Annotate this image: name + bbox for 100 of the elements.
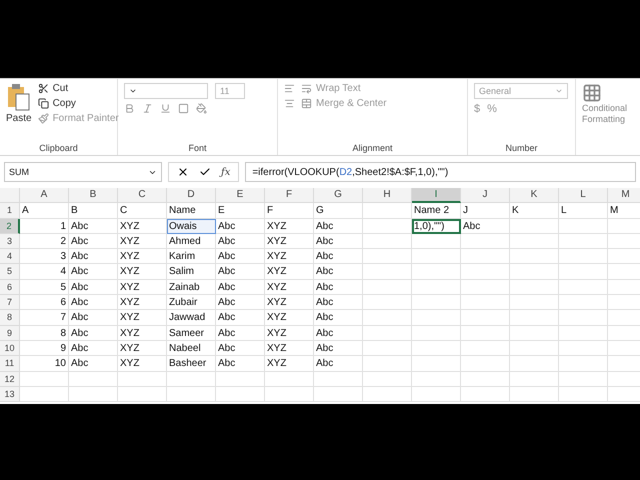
empty-cell — [412, 295, 461, 310]
table-cell: Zainab — [167, 280, 216, 296]
table-cell: Abc — [314, 295, 363, 310]
table-cell: Abc — [69, 340, 118, 356]
row-header[interactable]: 10 — [0, 340, 20, 356]
column-header[interactable]: K — [510, 188, 559, 204]
table-cell: XYZ — [265, 295, 314, 310]
table-cell: Abc — [69, 218, 118, 234]
row-header[interactable]: 11 — [0, 356, 20, 372]
empty-cell — [363, 356, 412, 372]
table-cell: Owais — [167, 218, 216, 234]
table-cell: G — [314, 203, 363, 219]
font-name-field[interactable] — [124, 83, 208, 99]
table-cell: M — [608, 203, 640, 219]
column-header[interactable]: I — [412, 188, 461, 204]
empty-cell — [510, 372, 559, 387]
row-header[interactable]: 2 — [0, 218, 20, 234]
column-header[interactable]: L — [559, 188, 608, 204]
table-cell: XYZ — [265, 310, 314, 326]
empty-cell — [510, 386, 559, 402]
empty-cell — [559, 326, 608, 341]
copy-icon — [38, 98, 49, 109]
table-cell: C — [118, 203, 167, 219]
empty-cell — [461, 295, 510, 310]
empty-cell — [412, 310, 461, 326]
column-header[interactable]: D — [167, 188, 216, 204]
column-header[interactable]: M — [608, 188, 640, 204]
empty-cell — [461, 264, 510, 280]
column-header[interactable]: C — [118, 188, 167, 204]
empty-cell — [461, 326, 510, 341]
empty-cell — [559, 386, 608, 402]
cancel-icon[interactable] — [177, 166, 189, 178]
empty-cell — [216, 386, 265, 402]
table-cell: J — [461, 203, 510, 219]
empty-cell — [510, 264, 559, 280]
group-label: Clipboard — [38, 142, 79, 155]
conditional-formatting-button[interactable]: Conditional Formatting — [582, 83, 634, 125]
table-cell: XYZ — [265, 356, 314, 372]
column-header[interactable]: F — [265, 188, 314, 204]
scissors-icon — [38, 83, 49, 94]
enter-icon[interactable] — [199, 166, 211, 178]
table-cell: Jawwad — [167, 310, 216, 326]
row-header[interactable]: 5 — [0, 264, 20, 280]
empty-cell — [363, 264, 412, 280]
row-header[interactable]: 4 — [0, 249, 20, 264]
column-header[interactable]: B — [69, 188, 118, 204]
table-cell: Abc — [69, 249, 118, 264]
empty-cell — [559, 249, 608, 264]
empty-cell — [363, 234, 412, 250]
column-header[interactable]: G — [314, 188, 363, 204]
paste-button[interactable]: Paste — [6, 83, 32, 141]
formula-field[interactable]: =iferror(VLOOKUP(D2,Sheet2!$A:$F,1,0),"") — [245, 162, 636, 182]
row-header[interactable]: 9 — [0, 326, 20, 341]
table-cell: XYZ — [265, 218, 314, 234]
table-cell: Abc — [314, 326, 363, 341]
table-cell: Abc — [69, 280, 118, 296]
empty-cell — [167, 372, 216, 387]
row-header[interactable]: 1 — [0, 203, 20, 219]
empty-cell — [559, 218, 608, 234]
empty-cell — [510, 326, 559, 341]
row-header[interactable]: 6 — [0, 280, 20, 296]
table-cell: Abc — [216, 356, 265, 372]
empty-cell — [412, 372, 461, 387]
table-cell: Abc — [69, 310, 118, 326]
empty-cell — [363, 372, 412, 387]
row-header[interactable]: 3 — [0, 234, 20, 250]
empty-cell — [510, 280, 559, 296]
empty-cell — [510, 340, 559, 356]
table-cell: XYZ — [265, 326, 314, 341]
empty-cell — [559, 310, 608, 326]
column-header[interactable]: E — [216, 188, 265, 204]
name-box[interactable]: SUM — [4, 162, 162, 182]
copy-button[interactable]: Copy — [38, 98, 119, 109]
border-icon — [178, 103, 189, 114]
row-header[interactable]: 8 — [0, 310, 20, 326]
italic-icon — [142, 103, 153, 114]
column-header[interactable]: J — [461, 188, 510, 204]
table-cell: XYZ — [118, 310, 167, 326]
table-cell: XYZ — [118, 340, 167, 356]
cut-button[interactable]: Cut — [38, 83, 119, 94]
empty-cell — [510, 310, 559, 326]
group-label: Number — [504, 142, 538, 155]
align-icon — [284, 83, 295, 94]
row-header[interactable]: 12 — [0, 372, 20, 387]
column-header[interactable]: A — [20, 188, 69, 204]
insert-function-button[interactable]: ƒx — [221, 166, 230, 178]
table-cell: XYZ — [118, 234, 167, 250]
table-cell: Abc — [216, 340, 265, 356]
column-header[interactable]: H — [363, 188, 412, 204]
table-cell: 10 — [20, 356, 69, 372]
empty-cell — [559, 340, 608, 356]
table-cell: L — [559, 203, 608, 219]
empty-cell — [412, 386, 461, 402]
empty-cell — [461, 386, 510, 402]
empty-cell — [461, 280, 510, 296]
table-cell: Abc — [314, 310, 363, 326]
empty-cell — [412, 234, 461, 250]
row-header[interactable]: 13 — [0, 386, 20, 402]
table-cell: XYZ — [118, 280, 167, 296]
row-header[interactable]: 7 — [0, 295, 20, 310]
